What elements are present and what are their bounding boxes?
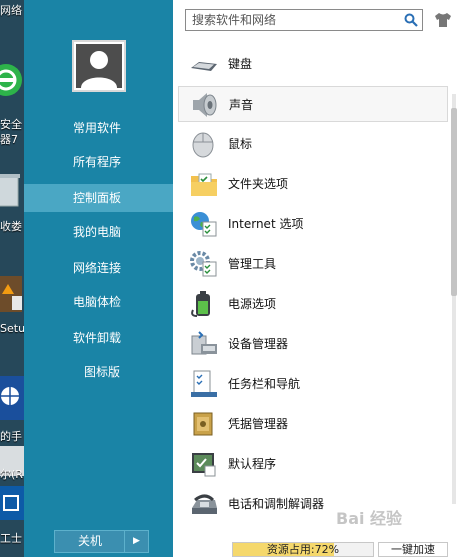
shutdown-button[interactable]: 关机 [55, 531, 125, 552]
scroll-thumb[interactable] [451, 108, 457, 296]
device-manager-icon [191, 331, 217, 355]
list-item-device-manager[interactable]: 设备管理器 [178, 326, 448, 362]
resource-usage-bar: 资源占用:72% [232, 542, 374, 557]
nav-label: 控制面板 [73, 191, 122, 205]
start-menu-left-panel: 常用软件 所有程序 控制面板 我的电脑 网络连接 电脑体检 软件卸载 图标版 关… [24, 0, 173, 557]
nav-label: 软件卸载 [73, 331, 122, 345]
list-item-internet-options[interactable]: Internet 选项 [178, 206, 448, 242]
list-item-label: 声音 [229, 98, 254, 112]
taskbar-icon [191, 370, 217, 397]
list-item-label: 设备管理器 [228, 337, 289, 351]
list-item-taskbar-navigation[interactable]: 任务栏和导航 [178, 366, 448, 402]
admin-tools-icon [190, 251, 217, 277]
phone-modem-icon [192, 494, 217, 514]
list-item-keyboard[interactable]: 键盘 [178, 46, 448, 82]
internet-options-icon [191, 212, 217, 237]
watermark: Bai 经验 [336, 505, 458, 537]
list-item-label: 凭据管理器 [228, 417, 289, 431]
credential-manager-icon [193, 412, 213, 436]
nav-label: 网络连接 [73, 261, 122, 275]
default-programs-icon [192, 453, 216, 477]
nav-network-connections[interactable]: 网络连接 [24, 254, 173, 282]
list-item-label: 文件夹选项 [228, 177, 289, 191]
resource-usage-text: 资源占用:72% [266, 543, 340, 556]
skin-tshirt-icon[interactable] [434, 12, 452, 28]
watermark-text: Bai 经验 [336, 509, 403, 528]
list-item-label: 鼠标 [228, 137, 253, 151]
scrollbar[interactable] [449, 80, 458, 510]
nav-icon-view[interactable]: 图标版 [24, 358, 173, 386]
nav-label: 所有程序 [73, 155, 122, 169]
desktop-strip: 网络 安全 器7 收娄 Setu 的手 尔(R 工士 [0, 0, 24, 557]
list-item-label: 任务栏和导航 [228, 377, 301, 391]
list-item-admin-tools[interactable]: 管理工具 [178, 246, 448, 282]
nav-common-software[interactable]: 常用软件 [24, 114, 173, 142]
start-menu-right-panel: 搜索软件和网络 键盘 声音 鼠标 文件夹选项 Internet 选项 管理工具 … [173, 0, 461, 557]
speaker-icon [193, 93, 217, 117]
desktop-label: 网络 [0, 4, 22, 17]
nav-label: 常用软件 [73, 121, 122, 135]
desktop-label: 的手 [0, 430, 22, 443]
nav-control-panel[interactable]: 控制面板 [24, 184, 173, 212]
folder-options-icon [191, 173, 217, 196]
keyboard-icon [191, 62, 217, 71]
list-item-label: 电源选项 [228, 297, 277, 311]
list-item-sound[interactable]: 声音 [178, 86, 448, 122]
desktop-label: 器7 [0, 133, 18, 146]
search-placeholder: 搜索软件和网络 [192, 13, 277, 27]
control-panel-list: 键盘 声音 鼠标 文件夹选项 Internet 选项 管理工具 电源选项 设备管… [173, 44, 453, 530]
list-item-label: 键盘 [228, 57, 253, 71]
desktop-label: 工士 [0, 532, 22, 545]
desktop-label: Setu [0, 322, 24, 335]
nav-label: 图标版 [84, 365, 121, 379]
search-input[interactable]: 搜索软件和网络 [185, 9, 423, 31]
search-icon[interactable] [404, 13, 418, 27]
recycle-bin-icon[interactable] [0, 170, 24, 210]
list-item-folder-options[interactable]: 文件夹选项 [178, 166, 448, 202]
list-item-power-options[interactable]: 电源选项 [178, 286, 448, 322]
setup-icon[interactable] [0, 272, 24, 320]
nav-pc-checkup[interactable]: 电脑体检 [24, 288, 173, 316]
speedup-button[interactable]: 一键加速 [378, 542, 448, 557]
nav-my-computer[interactable]: 我的电脑 [24, 218, 173, 246]
shutdown-options-arrow-icon[interactable]: ▶ [124, 531, 148, 552]
user-icon [81, 51, 117, 88]
list-item-credential-manager[interactable]: 凭据管理器 [178, 406, 448, 442]
list-item-label: 电话和调制解调器 [228, 497, 325, 511]
list-item-label: Internet 选项 [228, 217, 304, 231]
nav-label: 电脑体检 [73, 295, 122, 309]
shutdown-button-group: 关机 ▶ [54, 530, 149, 553]
desktop-label: 收娄 [0, 220, 22, 233]
nav-label: 我的电脑 [73, 225, 122, 239]
basketball-app-icon[interactable] [0, 374, 24, 424]
power-options-icon [191, 291, 210, 317]
list-item-default-programs[interactable]: 默认程序 [178, 446, 448, 482]
list-item-mouse[interactable]: 鼠标 [178, 126, 448, 162]
intel-icon[interactable] [0, 484, 24, 524]
list-item-label: 默认程序 [228, 457, 277, 471]
list-item-label: 管理工具 [228, 257, 277, 271]
nav-uninstall[interactable]: 软件卸载 [24, 324, 173, 352]
browser-desktop-icon[interactable] [0, 62, 24, 102]
avatar[interactable] [72, 40, 126, 92]
desktop-label: 尔(R [0, 468, 23, 481]
desktop-label: 安全 [0, 118, 22, 131]
nav-all-programs[interactable]: 所有程序 [24, 148, 173, 176]
mouse-icon [192, 132, 214, 158]
